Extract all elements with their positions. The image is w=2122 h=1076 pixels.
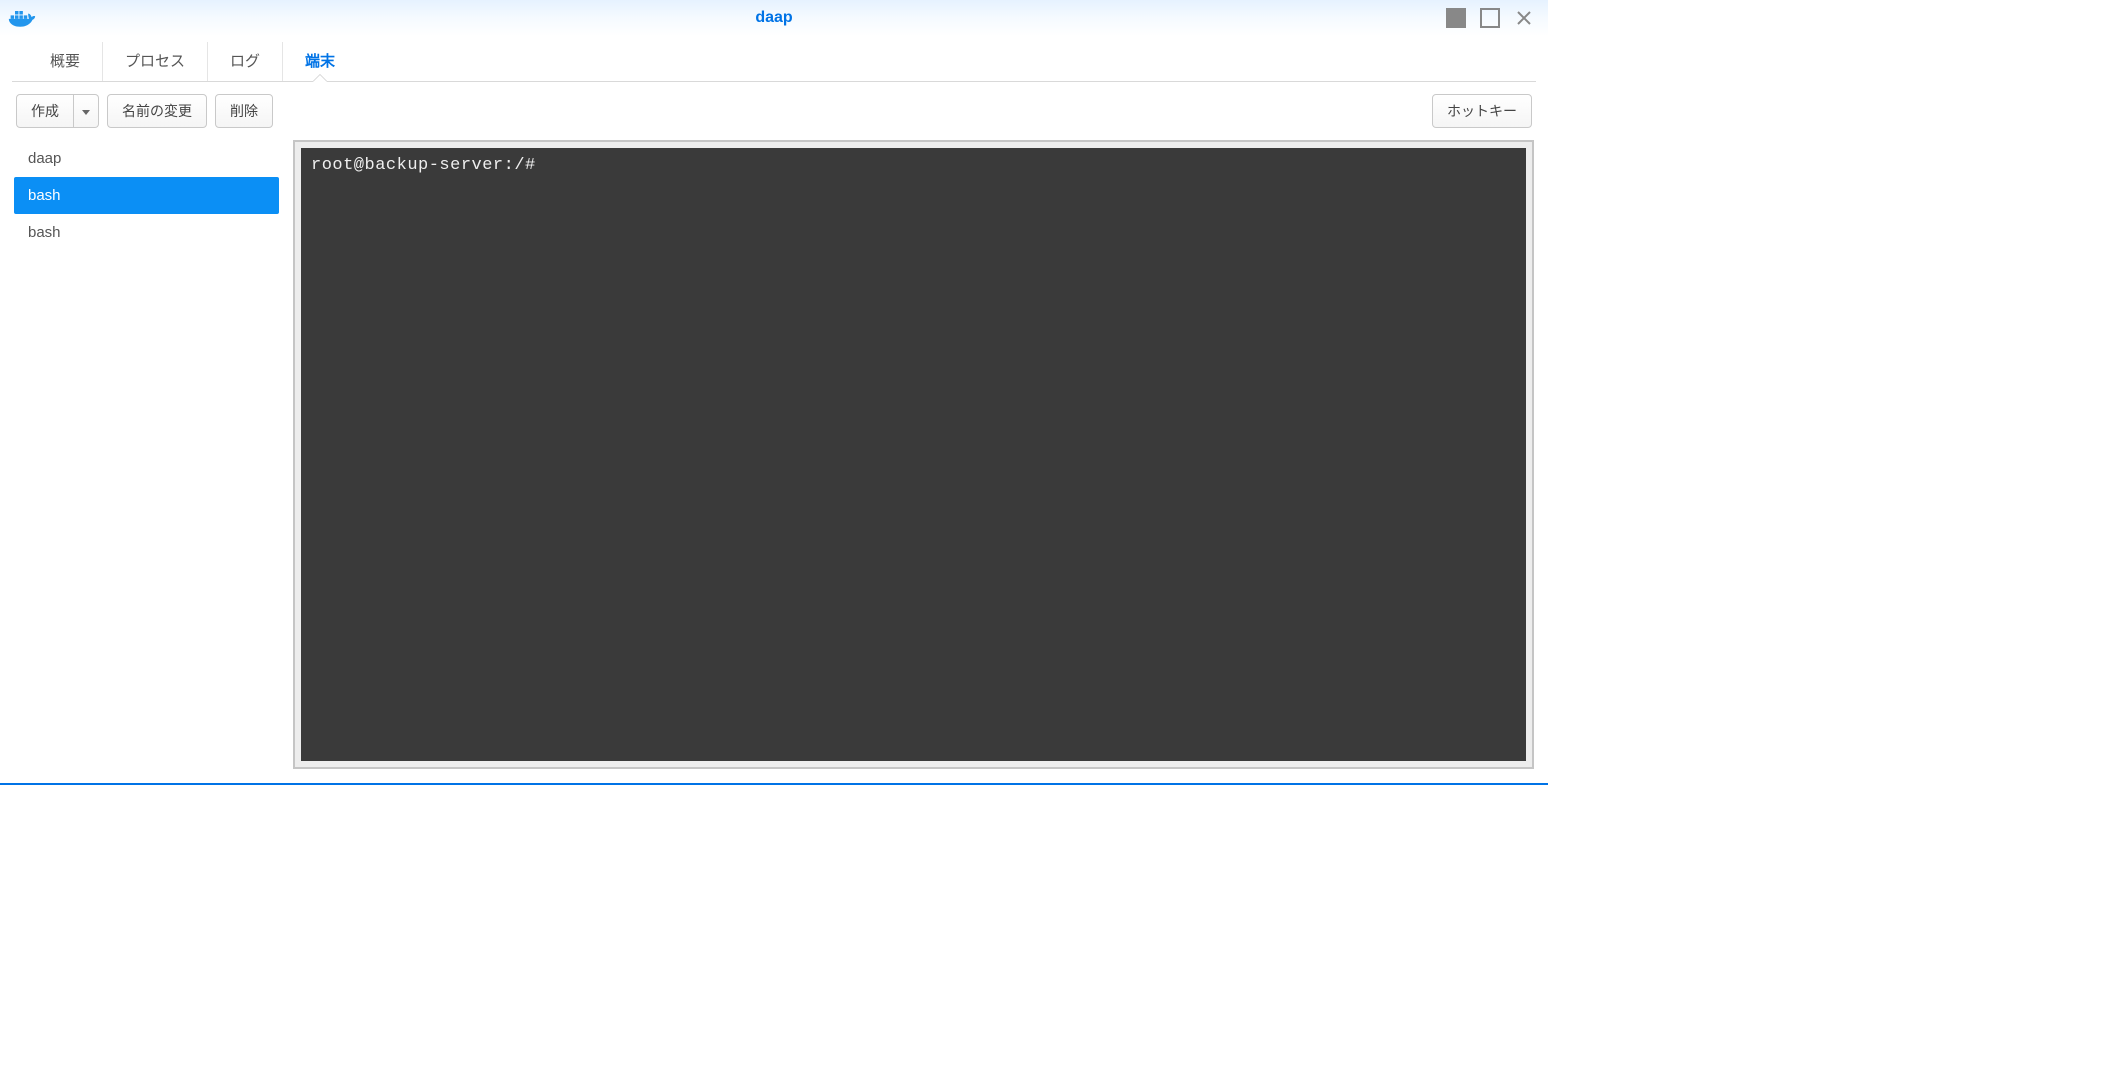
toolbar: 作成 名前の変更 削除 ホットキー: [0, 82, 1548, 140]
tab-terminal[interactable]: 端末: [283, 42, 357, 81]
terminal-session-list: daap bash bash: [14, 140, 279, 769]
docker-icon: [8, 7, 36, 29]
create-dropdown-toggle[interactable]: [74, 94, 99, 128]
tab-overview[interactable]: 概要: [28, 42, 103, 81]
container-window: daap 概要 プロセス ログ 端末 作成 名前の変更 削除 ホットキー daa…: [0, 0, 1548, 785]
delete-button[interactable]: 削除: [215, 94, 273, 128]
terminal-pane: root@backup-server:/#: [293, 140, 1534, 769]
rename-button[interactable]: 名前の変更: [107, 94, 207, 128]
close-button[interactable]: [1514, 8, 1534, 28]
tabs: 概要 プロセス ログ 端末: [12, 36, 1536, 82]
hotkey-button[interactable]: ホットキー: [1432, 94, 1532, 128]
minimize-button[interactable]: [1446, 8, 1466, 28]
titlebar: daap: [0, 0, 1548, 36]
create-button[interactable]: 作成: [16, 94, 74, 128]
content-area: daap bash bash root@backup-server:/#: [0, 140, 1548, 783]
tab-log[interactable]: ログ: [208, 42, 283, 81]
chevron-down-icon: [82, 110, 90, 115]
window-controls: [1446, 8, 1540, 28]
session-item-daap[interactable]: daap: [14, 140, 279, 177]
terminal-output[interactable]: root@backup-server:/#: [301, 148, 1526, 761]
window-title: daap: [755, 9, 792, 27]
tab-process[interactable]: プロセス: [103, 42, 208, 81]
session-item-bash-1[interactable]: bash: [14, 177, 279, 214]
create-button-group: 作成: [16, 94, 99, 128]
session-item-bash-2[interactable]: bash: [14, 214, 279, 251]
maximize-button[interactable]: [1480, 8, 1500, 28]
